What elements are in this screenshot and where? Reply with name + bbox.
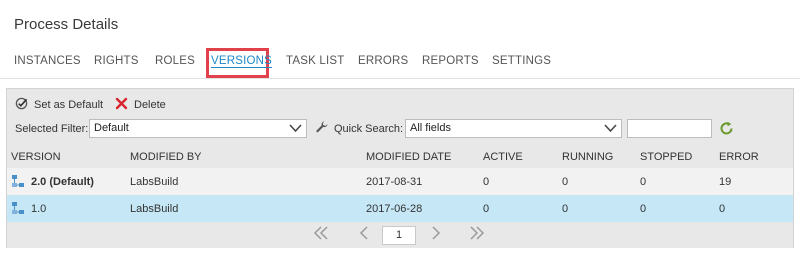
cell-modified-date: 2017-06-28 [366,203,423,215]
tab-bar: INSTANCES RIGHTS ROLES VERSIONS TASK LIS… [0,47,800,79]
quick-search-scope-value: All fields [410,122,451,134]
process-flow-icon [11,174,25,193]
next-page-icon[interactable] [431,226,441,245]
cell-modified-by: LabsBuild [130,203,179,215]
cell-active: 0 [483,203,490,215]
pagination: 1 [7,222,793,248]
column-header-stopped[interactable]: STOPPED [640,151,692,163]
delete-label: Delete [134,99,166,111]
cell-modified-date: 2017-08-31 [366,176,423,188]
page-number-input[interactable]: 1 [382,226,416,245]
last-page-icon[interactable] [469,226,485,245]
tab-task-list[interactable]: TASK LIST [286,55,344,67]
column-header-version[interactable]: VERSION [11,151,61,163]
cell-error: 19 [719,176,732,188]
cell-active: 0 [483,176,490,188]
column-header-modified-date[interactable]: MODIFIED DATE [366,151,451,163]
tab-instances[interactable]: INSTANCES [14,55,81,67]
selected-filter-label: Selected Filter: [15,123,89,135]
chevron-down-icon [604,123,617,136]
tab-reports[interactable]: REPORTS [422,55,479,67]
grid-header: VERSION MODIFIED BY MODIFIED DATE ACTIVE… [7,144,793,168]
column-header-modified-by[interactable]: MODIFIED BY [130,151,202,163]
table-row-selected[interactable]: 1.0 LabsBuild 2017-06-28 0 0 0 0 [7,195,793,222]
wrench-icon [315,121,329,140]
column-header-running[interactable]: RUNNING [562,151,613,163]
column-header-error[interactable]: ERROR [719,151,759,163]
tab-settings[interactable]: SETTINGS [492,55,551,67]
table-row[interactable]: 2.0 (Default) LabsBuild 2017-08-31 0 0 0… [7,168,793,195]
chevron-down-icon [289,123,302,136]
cell-stopped: 0 [640,203,647,215]
versions-panel: Set as Default Delete Selected Filter: D… [6,88,794,248]
process-flow-icon [11,201,25,220]
tab-errors[interactable]: ERRORS [358,55,408,67]
refresh-icon[interactable] [719,121,734,141]
quick-search-scope-dropdown[interactable]: All fields [405,119,622,138]
selected-filter-dropdown[interactable]: Default [89,119,307,138]
cell-version: 1.0 [31,203,47,215]
delete-button[interactable]: Delete [115,97,166,113]
column-header-active[interactable]: ACTIVE [483,151,523,163]
selected-filter-value: Default [94,122,129,134]
tab-rights[interactable]: RIGHTS [94,55,139,67]
check-circle-icon [15,97,28,113]
cell-running: 0 [562,176,569,188]
quick-search-input[interactable] [627,119,712,138]
tab-versions[interactable]: VERSIONS [211,55,272,67]
cell-error: 0 [719,203,726,215]
set-as-default-button[interactable]: Set as Default [15,97,103,113]
cell-version: 2.0 (Default) [31,176,94,188]
cell-modified-by: LabsBuild [130,176,179,188]
first-page-icon[interactable] [313,226,329,245]
delete-x-icon [115,97,128,113]
page-title: Process Details [14,16,119,33]
cell-running: 0 [562,203,569,215]
tab-roles[interactable]: ROLES [155,55,195,67]
cell-stopped: 0 [640,176,647,188]
previous-page-icon[interactable] [359,226,369,245]
quick-search-label: Quick Search: [334,123,404,135]
set-as-default-label: Set as Default [34,99,104,111]
